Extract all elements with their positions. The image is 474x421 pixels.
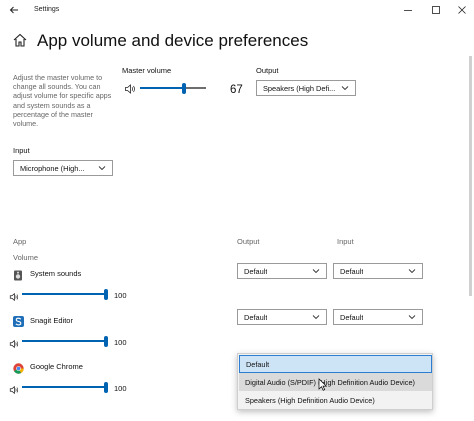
app-input-dropdown[interactable]: Default bbox=[333, 263, 423, 279]
master-slider-thumb[interactable] bbox=[182, 83, 186, 94]
master-volume-label: Master volume bbox=[122, 66, 172, 75]
output-dropdown[interactable]: Speakers (High Defi... bbox=[256, 80, 356, 96]
master-volume-value: 67 bbox=[230, 84, 243, 96]
speaker-icon[interactable] bbox=[124, 82, 136, 94]
home-icon[interactable] bbox=[12, 32, 28, 48]
output-dropdown-value: Speakers (High Defi... bbox=[263, 83, 336, 93]
app-volume-value: 100 bbox=[114, 384, 127, 393]
app-name: System sounds bbox=[30, 269, 82, 278]
chevron-down-icon bbox=[312, 269, 320, 274]
window-title: Settings bbox=[34, 6, 60, 13]
system-sounds-icon bbox=[13, 268, 24, 281]
app-volume-slider[interactable] bbox=[22, 382, 108, 393]
output-column-header: Output bbox=[237, 237, 260, 246]
scrollbar[interactable] bbox=[469, 56, 472, 296]
app-column-header: App bbox=[13, 237, 27, 246]
master-description: Adjust the master volume to change all s… bbox=[13, 73, 112, 129]
master-slider-fill bbox=[140, 87, 184, 89]
app-volume-slider[interactable] bbox=[22, 336, 108, 347]
volume-column-header: Volume bbox=[13, 253, 39, 262]
back-arrow-icon[interactable] bbox=[2, 0, 26, 20]
app-name: Snagit Editor bbox=[30, 316, 73, 325]
output-dropdown-menu: Default Digital Audio (S/PDIF) (High Def… bbox=[237, 353, 433, 410]
dropdown-option[interactable]: Default bbox=[239, 355, 432, 373]
slider-fill bbox=[22, 386, 106, 388]
chevron-down-icon bbox=[408, 315, 416, 320]
speaker-icon[interactable] bbox=[9, 382, 19, 395]
snagit-icon bbox=[13, 314, 24, 327]
app-output-dropdown[interactable]: Default bbox=[237, 263, 327, 279]
app-output-value: Default bbox=[244, 266, 268, 276]
chrome-icon bbox=[13, 361, 24, 374]
speaker-icon[interactable] bbox=[9, 336, 19, 349]
speaker-icon[interactable] bbox=[9, 289, 19, 302]
mouse-cursor-icon bbox=[318, 378, 328, 391]
dropdown-option[interactable]: Speakers (High Definition Audio Device) bbox=[239, 391, 432, 409]
app-volume-value: 100 bbox=[114, 338, 127, 347]
app-output-dropdown[interactable]: Default bbox=[237, 309, 327, 325]
input-dropdown-value: Microphone (High... bbox=[20, 163, 85, 173]
slider-thumb[interactable] bbox=[104, 289, 108, 300]
input-label: Input bbox=[13, 146, 30, 155]
dropdown-option[interactable]: Digital Audio (S/PDIF) (High Definition … bbox=[239, 373, 432, 391]
option-label: Speakers (High Definition Audio Device) bbox=[245, 395, 375, 405]
maximize-icon[interactable] bbox=[424, 0, 448, 20]
app-input-dropdown[interactable]: Default bbox=[333, 309, 423, 325]
app-input-value: Default bbox=[340, 266, 364, 276]
chevron-down-icon bbox=[312, 315, 320, 320]
output-label: Output bbox=[256, 66, 279, 75]
input-dropdown[interactable]: Microphone (High... bbox=[13, 160, 113, 176]
slider-fill bbox=[22, 340, 106, 342]
chevron-down-icon bbox=[98, 166, 106, 171]
page-title: App volume and device preferences bbox=[37, 31, 309, 50]
chevron-down-icon bbox=[341, 86, 349, 91]
option-label: Default bbox=[246, 359, 270, 369]
chevron-down-icon bbox=[408, 269, 416, 274]
slider-fill bbox=[22, 293, 106, 295]
app-output-value: Default bbox=[244, 312, 268, 322]
option-label: Digital Audio (S/PDIF) (High Definition … bbox=[245, 377, 415, 387]
app-input-value: Default bbox=[340, 312, 364, 322]
close-icon[interactable] bbox=[450, 0, 474, 20]
app-name: Google Chrome bbox=[30, 362, 83, 371]
title-bar: Settings bbox=[0, 0, 474, 20]
minimize-icon[interactable] bbox=[396, 0, 420, 20]
master-volume-slider[interactable] bbox=[140, 83, 206, 94]
app-volume-slider[interactable] bbox=[22, 289, 108, 300]
slider-thumb[interactable] bbox=[104, 382, 108, 393]
app-volume-value: 100 bbox=[114, 291, 127, 300]
input-column-header: Input bbox=[337, 237, 354, 246]
slider-thumb[interactable] bbox=[104, 336, 108, 347]
